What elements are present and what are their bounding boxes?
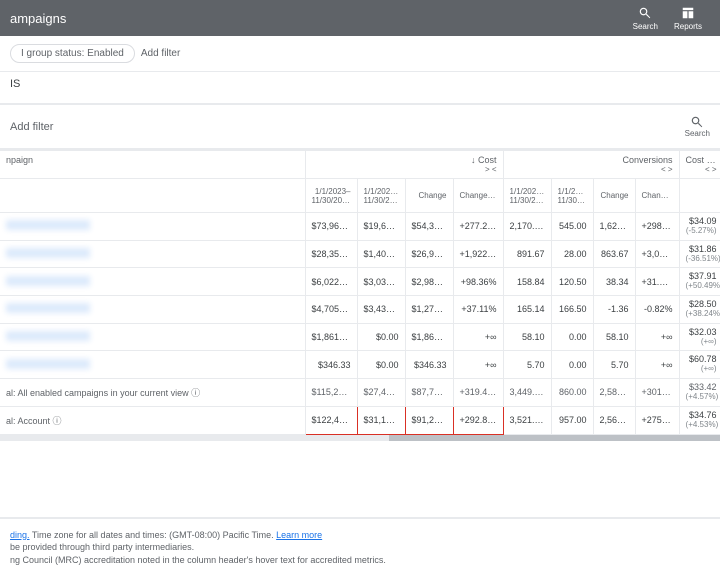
col-conv-pct[interactable]: Change (%) xyxy=(635,179,679,213)
col-group-conversions[interactable]: Conversions< > xyxy=(503,151,679,179)
col-group-costconv[interactable]: Cost / conv.< > xyxy=(679,151,720,179)
add-filter-link-top[interactable]: Add filter xyxy=(141,48,180,59)
table-row[interactable]: al: All enabled campaigns in your curren… xyxy=(0,379,720,407)
col-cost-b[interactable]: 1/1/2022– 11/30/2022 xyxy=(357,179,405,213)
learn-more-link[interactable]: Learn more xyxy=(276,530,322,540)
col-cost-pct[interactable]: Change (%) xyxy=(453,179,503,213)
topbar: ampaigns Search Reports xyxy=(0,0,720,36)
status-filter-row: I group status: Enabled Add filter xyxy=(0,36,720,72)
subheading: IS xyxy=(0,72,720,97)
table-search-button[interactable]: Search xyxy=(685,115,710,138)
table-filter-row: Add filter Search xyxy=(0,105,720,150)
topbar-reports-button[interactable]: Reports xyxy=(674,6,702,31)
col-campaign[interactable]: npaign xyxy=(0,151,305,179)
col-cost-chg[interactable]: Change xyxy=(405,179,453,213)
add-filter-link-table[interactable]: Add filter xyxy=(10,121,53,133)
topbar-search-button[interactable]: Search xyxy=(633,6,658,31)
col-cost-a[interactable]: 1/1/2023– 11/30/2023 xyxy=(305,179,357,213)
table-row[interactable]: $73,964.24$19,612.24$54,372.00+277.23%2,… xyxy=(0,213,720,241)
search-icon xyxy=(690,115,704,129)
col-conv-b[interactable]: 1/1/2022– 11/30/2022 xyxy=(551,179,593,213)
table-row[interactable]: $6,022.00$3,035.84$2,986.16+98.36%158.84… xyxy=(0,268,720,296)
campaigns-table: npaign ↓ Cost> < Conversions< > Cost / c… xyxy=(0,150,720,441)
footer-link-1[interactable]: ding. xyxy=(10,530,30,540)
table-row[interactable]: $28,353.43$1,402.23$26,951.20+1,922.02%8… xyxy=(0,240,720,268)
table-row[interactable]: $346.33$0.00$346.33+∞5.700.005.70+∞$60.7… xyxy=(0,351,720,379)
table-row[interactable]: $4,705.78$3,432.13$1,273.65+37.11%165.14… xyxy=(0,296,720,324)
reports-icon xyxy=(681,6,695,20)
table-row[interactable]: al: Account ⓘ$122,403.02$31,160.33$91,24… xyxy=(0,406,720,434)
table-row[interactable]: $1,861.21$0.00$1,861.21+∞58.100.0058.10+… xyxy=(0,323,720,351)
page-title: ampaigns xyxy=(10,11,66,26)
col-group-cost[interactable]: ↓ Cost> < xyxy=(305,151,503,179)
search-icon xyxy=(638,6,652,20)
footer-disclaimers: ding. Time zone for all dates and times:… xyxy=(0,523,720,572)
col-conv-a[interactable]: 1/1/2023– 11/30/2023 xyxy=(503,179,551,213)
status-filter-chip[interactable]: I group status: Enabled xyxy=(10,44,135,63)
col-conv-chg[interactable]: Change xyxy=(593,179,635,213)
